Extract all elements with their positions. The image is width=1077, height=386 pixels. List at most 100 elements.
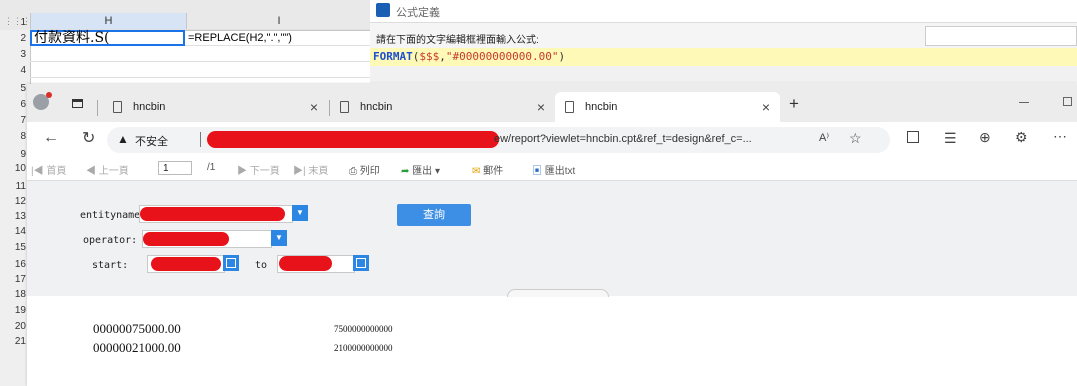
- minimize-icon[interactable]: [1019, 102, 1029, 103]
- print-label: 列印: [359, 166, 380, 177]
- row-header-2[interactable]: 2: [0, 34, 26, 44]
- start-date-field[interactable]: [147, 255, 225, 273]
- formula-dialog-titlebar: 公式定義: [370, 0, 1077, 23]
- column-header-i[interactable]: I: [186, 13, 371, 30]
- split-screen-icon[interactable]: [907, 131, 919, 143]
- page-total: /1: [207, 162, 216, 173]
- next-page-button[interactable]: ▶ 下一頁: [237, 162, 280, 177]
- prev-page-label: 上一頁: [98, 166, 129, 177]
- cell-h2[interactable]: 付款資料.S(: [30, 30, 185, 46]
- more-menu-icon[interactable]: ⋯: [1053, 128, 1067, 145]
- row-header-3[interactable]: 3: [0, 50, 26, 60]
- browser-window: hncbin × hncbin × hncbin × + ← ↻ ▲ 不安全 e…: [27, 84, 1077, 386]
- read-aloud-icon[interactable]: A⁾: [819, 131, 829, 144]
- favorite-star-icon[interactable]: ☆: [849, 130, 862, 147]
- url-text: ew/report?viewlet=hncbin.cpt&ref_t=desig…: [494, 133, 752, 145]
- column-header-bar: ⋮⋮⋮ H I: [0, 0, 370, 31]
- row-header-11[interactable]: 11: [0, 182, 26, 192]
- tab-3-close-icon[interactable]: ×: [762, 99, 770, 115]
- page-icon: [113, 101, 122, 113]
- insecure-label: 不安全: [135, 136, 168, 148]
- redacted-host: [207, 131, 499, 148]
- row-header-9[interactable]: 9: [0, 150, 26, 160]
- address-bar: ← ↻ ▲ 不安全 ew/report?viewlet=hncbin.cpt&r…: [27, 122, 1077, 159]
- row-header-1[interactable]: 1: [0, 18, 26, 28]
- tab-1-close-icon[interactable]: ×: [310, 99, 318, 115]
- tab-bar: hncbin × hncbin × hncbin × +: [27, 84, 1077, 122]
- entityname-dropdown-icon[interactable]: ▼: [292, 205, 308, 221]
- redacted-value: [151, 257, 221, 271]
- report-row-2-raw: 2100000000000: [334, 343, 393, 353]
- notification-dot-icon: [46, 92, 52, 98]
- email-button[interactable]: ✉ 郵件: [472, 162, 503, 177]
- formula-dialog-footer: [370, 66, 1077, 83]
- tab-3-active[interactable]: hncbin ×: [555, 92, 780, 122]
- row-header-21[interactable]: 21: [0, 337, 26, 347]
- formula-instruction: 請在下面的文字編輯框裡面輸入公式:: [376, 35, 539, 46]
- tab-2-label: hncbin: [360, 101, 393, 113]
- cell-i2[interactable]: =REPLACE(H2,".",""): [188, 30, 292, 46]
- prev-page-button[interactable]: ◀ 上一頁: [86, 162, 129, 177]
- row-header-17[interactable]: 17: [0, 275, 26, 285]
- formula-comma: ,: [439, 50, 446, 63]
- new-tab-button[interactable]: +: [789, 94, 799, 114]
- back-arrow-icon[interactable]: ←: [43, 129, 59, 147]
- start-label: start:: [92, 260, 129, 271]
- formula-arg1: $$$: [419, 50, 440, 63]
- reload-icon[interactable]: ↻: [82, 128, 95, 148]
- formula-search-field[interactable]: [925, 26, 1077, 46]
- row-header-18[interactable]: 18: [0, 290, 26, 300]
- column-header-h[interactable]: H: [30, 13, 186, 30]
- last-page-label: 末頁: [308, 166, 329, 177]
- tab-1[interactable]: hncbin ×: [103, 92, 328, 122]
- save-icon: ▣: [532, 166, 542, 177]
- row-header-19[interactable]: 19: [0, 306, 26, 316]
- tab-2[interactable]: hncbin ×: [330, 92, 555, 122]
- row-header-12[interactable]: 12: [0, 197, 26, 207]
- grid-line: [30, 61, 370, 62]
- entityname-label: entityname:: [80, 210, 147, 221]
- row-header-8[interactable]: 8: [0, 132, 26, 142]
- operator-select[interactable]: [142, 230, 272, 248]
- last-page-button[interactable]: ▶| 末頁: [293, 162, 328, 177]
- favorites-list-icon[interactable]: ☰: [944, 130, 957, 147]
- export-txt-button[interactable]: ▣ 匯出txt: [532, 162, 575, 177]
- start-calendar-icon[interactable]: [223, 255, 239, 271]
- page-icon: [565, 101, 574, 113]
- first-page-button[interactable]: |◀ 首頁: [31, 162, 66, 177]
- maximize-icon[interactable]: [1063, 97, 1072, 106]
- collections-icon[interactable]: ⊕: [979, 129, 991, 146]
- row-header-10[interactable]: 10: [0, 164, 26, 174]
- redacted-value: [143, 232, 229, 246]
- row-header-15[interactable]: 15: [0, 243, 26, 253]
- collapse-params-handle[interactable]: [507, 289, 609, 297]
- tab-2-close-icon[interactable]: ×: [537, 99, 545, 115]
- report-row-1-raw: 7500000000000: [334, 324, 393, 334]
- query-button[interactable]: 查詢: [397, 204, 471, 226]
- row-header-16[interactable]: 16: [0, 260, 26, 270]
- report-toolbar: |◀ 首頁 ◀ 上一頁 1 /1 ▶ 下一頁 ▶| 末頁 ⎙ 列印 ➦ 匯出 ▾…: [27, 158, 1077, 181]
- row-header-6[interactable]: 6: [0, 100, 26, 110]
- row-header-14[interactable]: 14: [0, 227, 26, 237]
- grid-line: [30, 77, 370, 78]
- page-icon: [340, 101, 349, 113]
- print-button[interactable]: ⎙ 列印: [349, 162, 380, 177]
- row-header-4[interactable]: 4: [0, 66, 26, 76]
- row-header-20[interactable]: 20: [0, 322, 26, 332]
- row-header-13[interactable]: 13: [0, 212, 26, 222]
- end-date-field[interactable]: [277, 255, 355, 273]
- row-header-5[interactable]: 5: [0, 84, 26, 94]
- parameter-panel: entityname: ▼ operator: ▼ start: to 查詢: [27, 181, 1077, 297]
- row-header-7[interactable]: 7: [0, 116, 26, 126]
- operator-dropdown-icon[interactable]: ▼: [271, 230, 287, 246]
- page-number-input[interactable]: 1: [158, 161, 192, 175]
- extension-icon[interactable]: ⚙: [1015, 129, 1028, 146]
- workspaces-icon[interactable]: [72, 99, 83, 108]
- entityname-select[interactable]: [139, 205, 293, 223]
- url-field[interactable]: ▲ 不安全 ew/report?viewlet=hncbin.cpt&ref_t…: [107, 127, 890, 153]
- redacted-value: [140, 207, 285, 221]
- formula-editor[interactable]: FORMAT($$$,"#00000000000.00"): [370, 48, 1077, 66]
- email-icon: ✉: [472, 166, 481, 177]
- export-button[interactable]: ➦ 匯出 ▾: [401, 162, 440, 177]
- end-calendar-icon[interactable]: [353, 255, 369, 271]
